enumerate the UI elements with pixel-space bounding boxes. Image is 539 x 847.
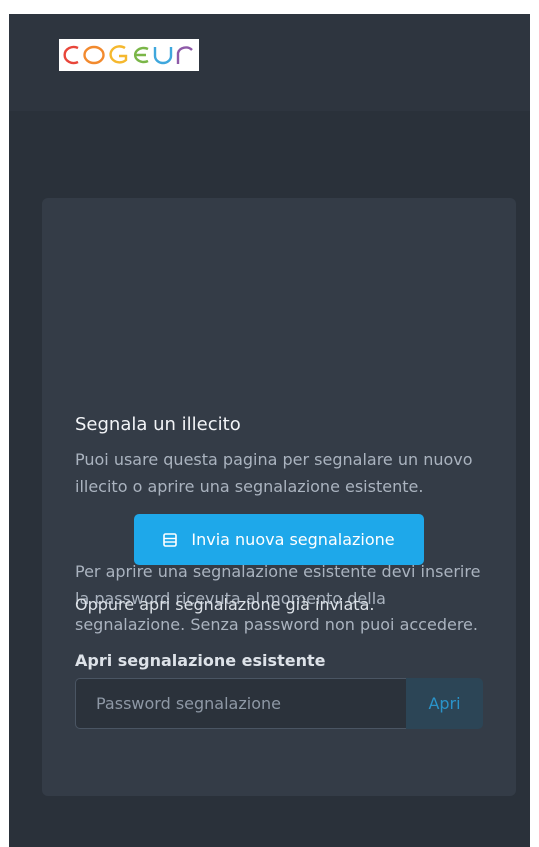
new-report-button-label: Invia nuova segnalazione: [191, 530, 395, 549]
company-logo[interactable]: [59, 39, 199, 71]
new-report-button[interactable]: Invia nuova segnalazione: [134, 514, 424, 565]
open-existing-label: Apri segnalazione esistente: [75, 651, 326, 670]
password-input[interactable]: [75, 678, 406, 729]
header-bar: [9, 14, 530, 111]
cogeur-logo-image: [63, 45, 193, 65]
open-existing-form: Apri: [75, 678, 483, 729]
form-icon: [163, 532, 178, 547]
report-card: Segnala un illecito Puoi usare questa pa…: [42, 198, 516, 796]
card-title: Segnala un illecito: [75, 414, 241, 435]
alternative-text: Oppure apri segnalazione già inviata.: [75, 595, 375, 614]
app-screen: Segnala un illecito Puoi usare questa pa…: [9, 14, 530, 847]
intro-text: Puoi usare questa pagina per segnalare u…: [75, 450, 473, 496]
open-button[interactable]: Apri: [406, 678, 483, 729]
